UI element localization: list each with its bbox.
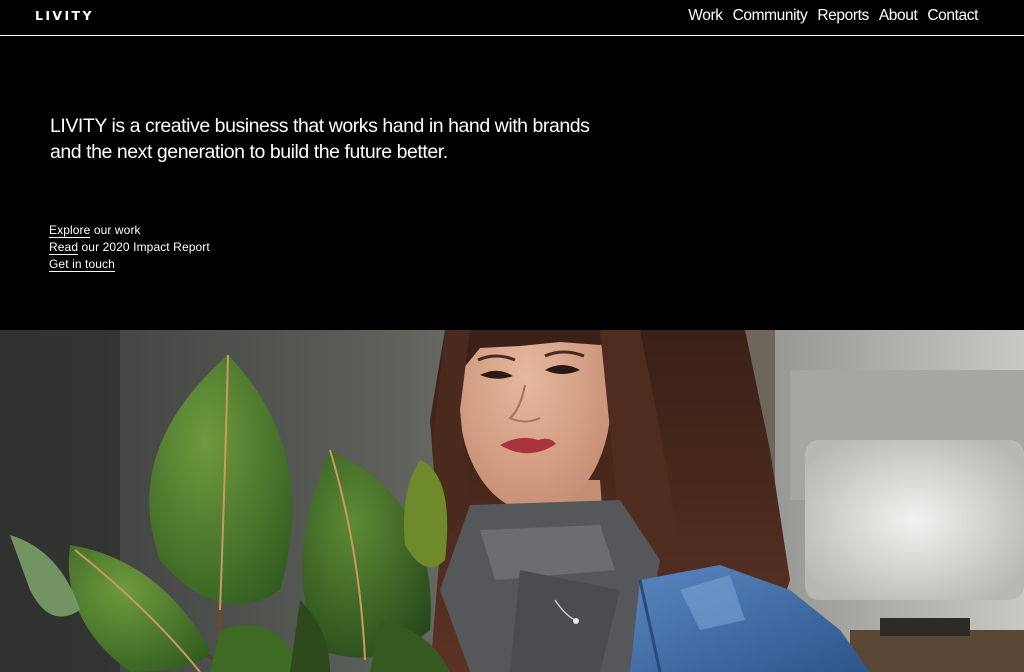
nav-community[interactable]: Community (733, 7, 808, 25)
page: LIVITY Work Community Reports About Cont… (0, 0, 1024, 672)
portrait-photo-icon (0, 330, 1024, 672)
nav-about[interactable]: About (879, 7, 918, 25)
explore-rest: our work (90, 223, 141, 237)
cta-contact: Get in touch (49, 256, 210, 273)
site-header: LIVITY Work Community Reports About Cont… (0, 0, 1024, 36)
cta-read: Read our 2020 Impact Report (49, 239, 210, 256)
nav-contact[interactable]: Contact (927, 7, 978, 25)
get-in-touch-link[interactable]: Get in touch (49, 257, 115, 272)
hero-photo (0, 330, 1024, 672)
main-nav: Work Community Reports About Contact (688, 7, 978, 25)
nav-reports[interactable]: Reports (817, 7, 869, 25)
nav-work[interactable]: Work (688, 7, 723, 25)
logo-link[interactable]: LIVITY (35, 9, 94, 23)
explore-link[interactable]: Explore (49, 223, 91, 238)
read-rest: our 2020 Impact Report (78, 240, 210, 254)
read-link[interactable]: Read (49, 240, 79, 255)
hero-tagline: LIVITY is a creative business that works… (50, 115, 590, 163)
cta-explore: Explore our work (49, 222, 210, 239)
cta-list: Explore our work Read our 2020 Impact Re… (49, 222, 210, 273)
